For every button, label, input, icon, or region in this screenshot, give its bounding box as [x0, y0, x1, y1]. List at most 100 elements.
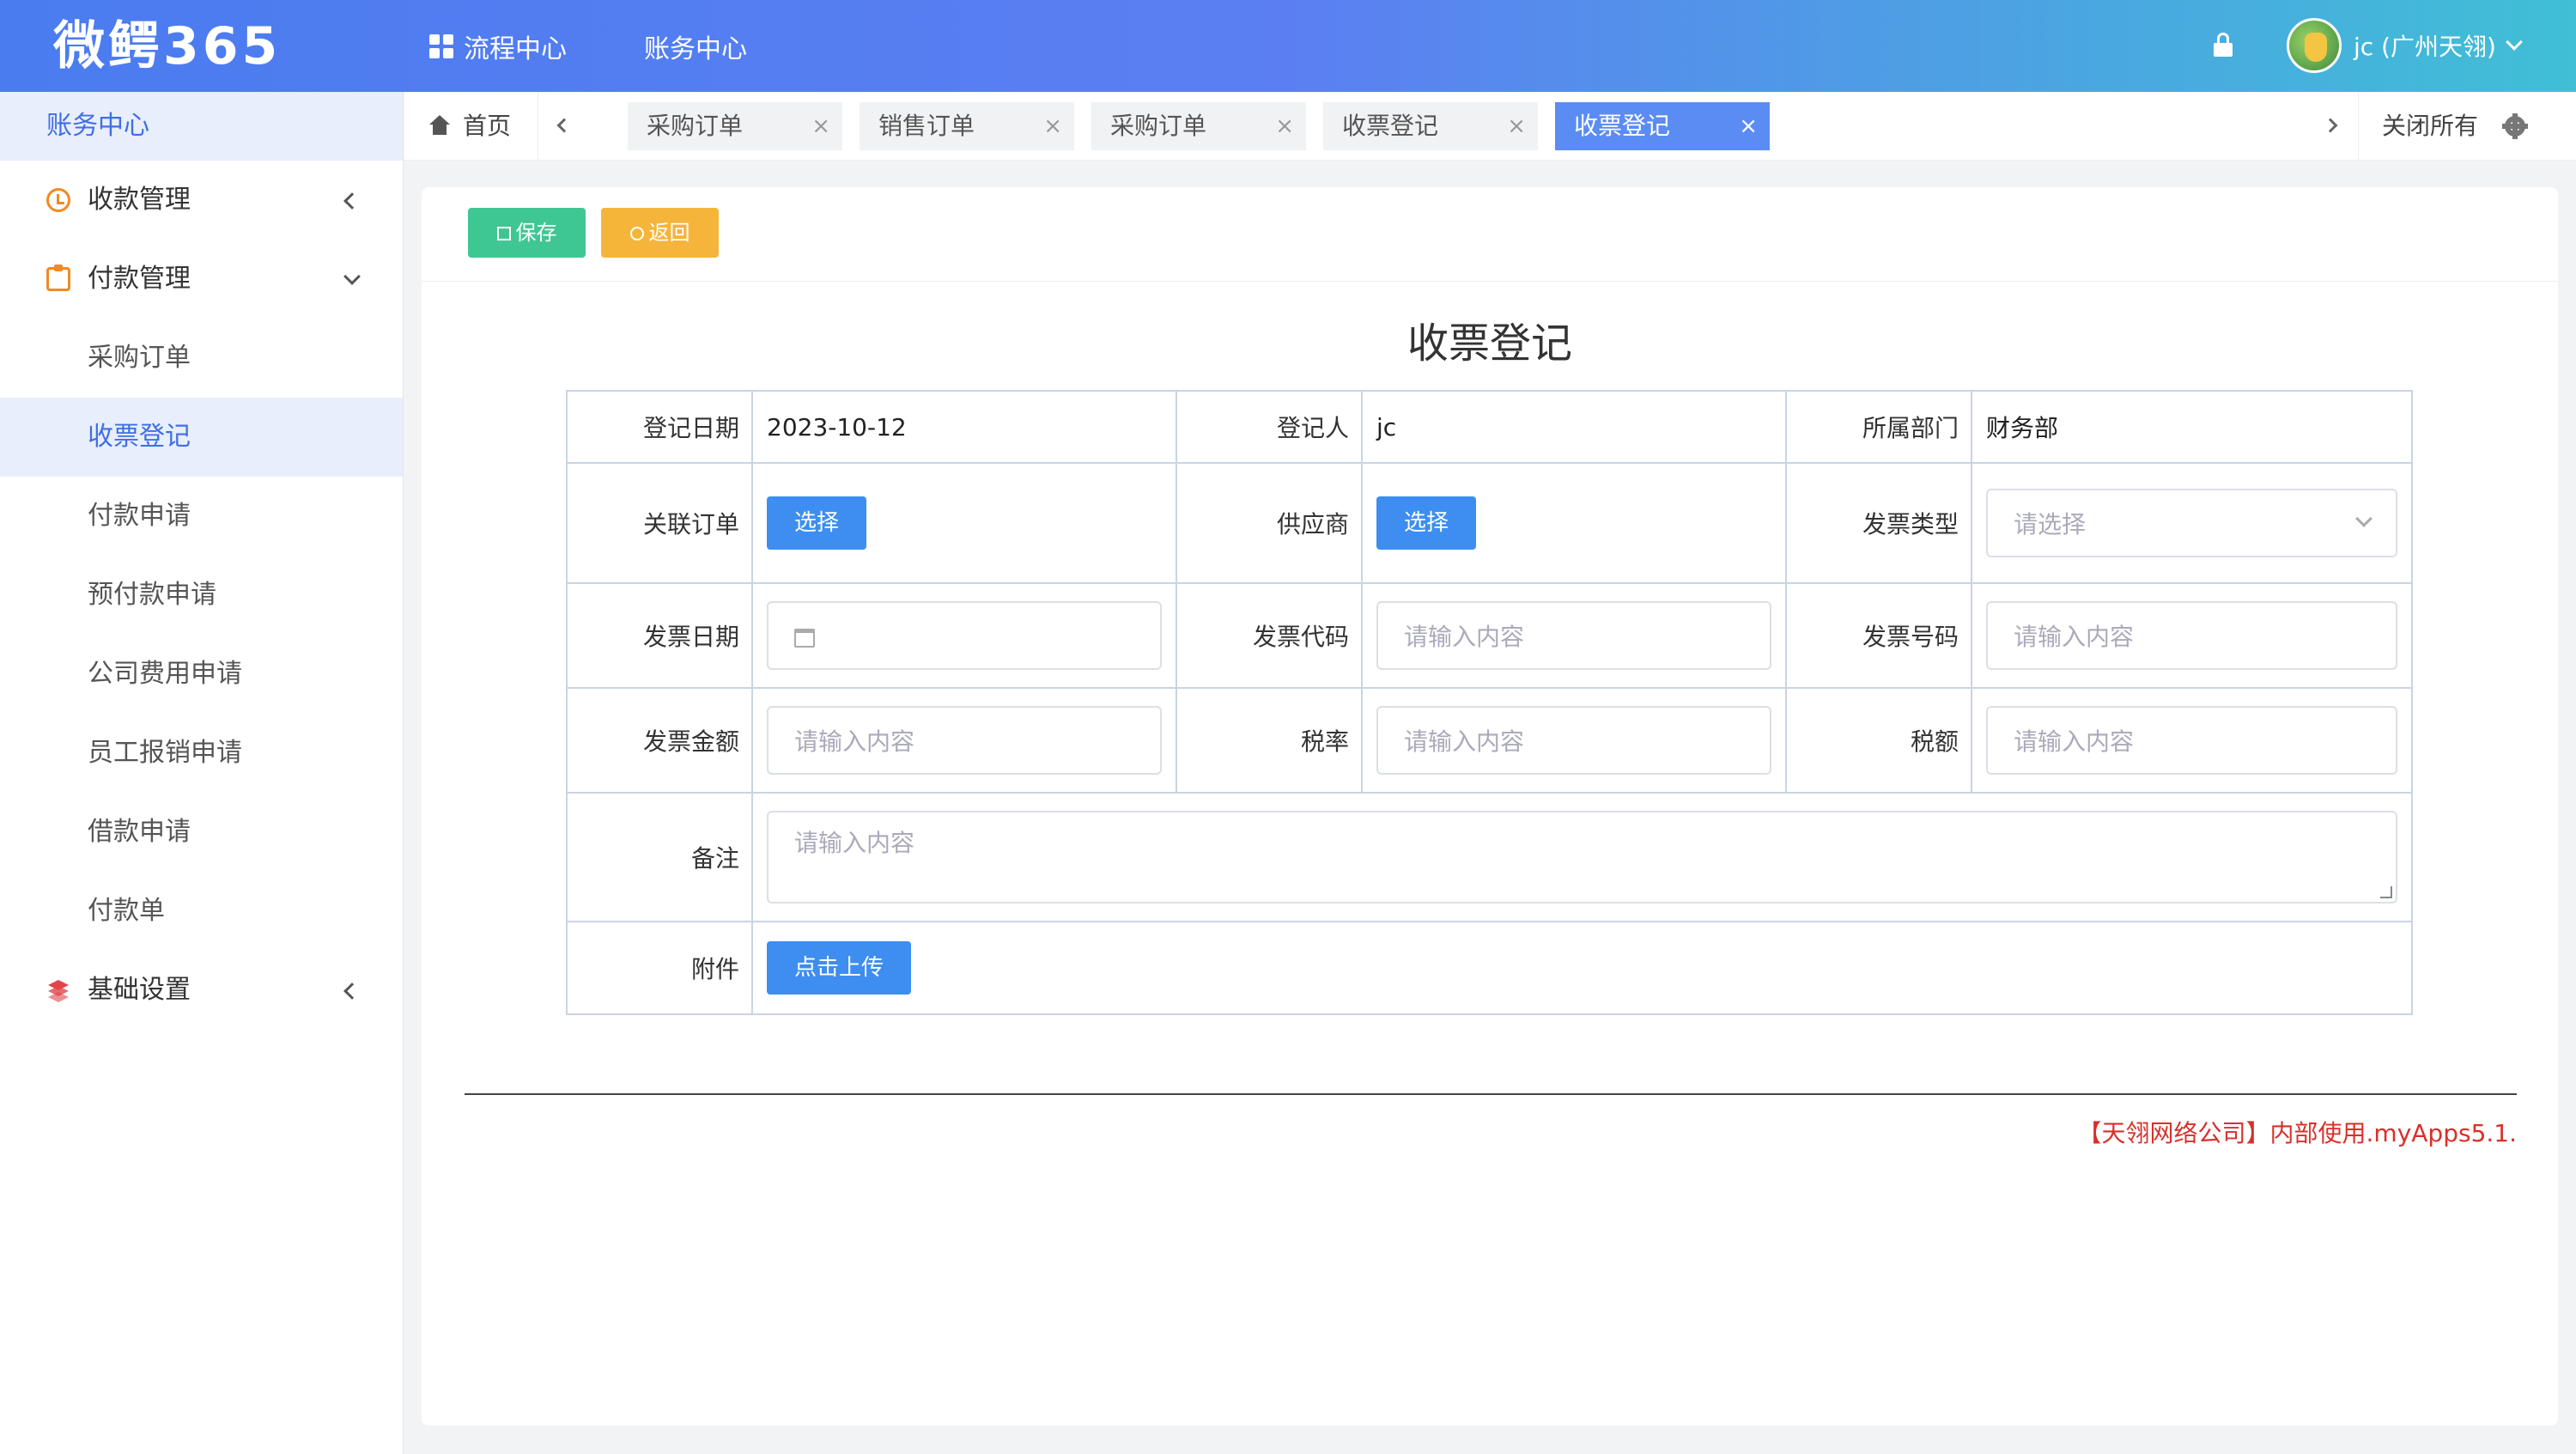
gear-icon[interactable] — [2502, 113, 2528, 139]
divider — [2358, 92, 2359, 161]
tab-sales-order[interactable]: 销售订单 × — [860, 102, 1074, 150]
chevron-down-icon — [2506, 33, 2523, 51]
main-panel: 保存 返回 收票登记 登记日期 2023-10-12 登记人 jc 所属部门 财… — [422, 187, 2558, 1426]
sidebar-item-label: 收款管理 — [88, 185, 191, 215]
chevron-down-icon — [343, 268, 361, 285]
select-order-button[interactable]: 选择 — [767, 496, 867, 550]
nav-finance-center[interactable]: 账务中心 — [644, 27, 747, 65]
label-remark: 备注 — [566, 792, 753, 922]
save-label: 保存 — [515, 221, 557, 245]
label-supplier: 供应商 — [1176, 462, 1363, 584]
tab-purchase-order[interactable]: 采购订单 × — [628, 102, 842, 150]
label-department: 所属部门 — [1785, 390, 1972, 464]
nav-process-center-label: 流程中心 — [464, 33, 567, 64]
copyright-text: 【天翎网络公司】内部使用.myApps5.1. — [2077, 1119, 2517, 1147]
lock-icon[interactable] — [2214, 33, 2233, 57]
sidebar-item-receipt-management[interactable]: 收款管理 — [0, 161, 403, 240]
divider — [465, 1093, 2517, 1095]
tabs-bar: 首页 采购订单 × 销售订单 × 采购订单 × 收票登记 × 收票登记 × 关闭… — [404, 92, 2576, 161]
label-tax-rate: 税率 — [1176, 687, 1363, 794]
save-icon — [496, 227, 511, 240]
tab-invoice-register-active[interactable]: 收票登记 × — [1555, 102, 1770, 150]
sidebar-item-label: 采购订单 — [88, 343, 191, 373]
tab-label: 采购订单 — [647, 112, 744, 140]
label-invoice-date: 发票日期 — [566, 582, 753, 689]
tab-label: 收票登记 — [1342, 112, 1439, 140]
select-supplier-button[interactable]: 选择 — [1376, 496, 1477, 550]
close-icon[interactable]: × — [1739, 102, 1758, 150]
sidebar-item-label: 付款管理 — [88, 264, 191, 294]
invoice-type-select[interactable]: 请选择 — [1986, 489, 2397, 557]
sidebar-item-label: 预付款申请 — [88, 580, 216, 610]
chevron-down-icon — [2355, 510, 2372, 527]
label-tax-amount: 税额 — [1785, 687, 1972, 794]
sidebar-item-payment-slip[interactable]: 付款单 — [0, 872, 403, 951]
nav-finance-center-label: 账务中心 — [644, 33, 747, 64]
sidebar-item-purchase-order[interactable]: 采购订单 — [0, 319, 403, 398]
label-linked-order: 关联订单 — [566, 462, 753, 584]
chevron-right-icon[interactable] — [2323, 118, 2338, 133]
chevron-left-icon[interactable] — [556, 118, 572, 133]
top-nav: 流程中心 账务中心 — [429, 0, 824, 92]
invoice-date-picker[interactable] — [767, 601, 1162, 670]
sidebar-item-label: 收票登记 — [88, 422, 191, 452]
avatar — [2287, 18, 2342, 73]
invoice-amount-input[interactable]: 请输入内容 — [767, 706, 1162, 775]
sidebar-item-payment-request[interactable]: 付款申请 — [0, 477, 403, 556]
clock-icon — [46, 188, 70, 212]
close-icon[interactable]: × — [1507, 102, 1526, 150]
sidebar-item-label: 付款申请 — [88, 501, 191, 531]
back-label: 返回 — [648, 221, 690, 245]
label-registrant: 登记人 — [1176, 390, 1363, 464]
sidebar-item-invoice-register[interactable]: 收票登记 — [0, 398, 403, 477]
tab-invoice-register[interactable]: 收票登记 × — [1323, 102, 1538, 150]
close-icon[interactable]: × — [811, 102, 830, 150]
top-header: 微鳄365 流程中心 账务中心 jc (广州天翎) — [0, 0, 2576, 92]
sidebar-item-label: 付款单 — [88, 896, 165, 926]
select-placeholder: 请选择 — [2014, 510, 2087, 538]
user-menu[interactable]: jc (广州天翎) — [2287, 17, 2523, 74]
sidebar: 账务中心 收款管理 付款管理 采购订单 收票登记 付款申请 预付款申请 公司费用… — [0, 92, 404, 1454]
sidebar-item-label: 基础设置 — [88, 975, 191, 1005]
save-button[interactable]: 保存 — [468, 208, 586, 258]
tax-amount-input[interactable]: 请输入内容 — [1986, 706, 2397, 775]
user-name: jc (广州天翎) — [2354, 33, 2496, 61]
invoice-code-input[interactable]: 请输入内容 — [1376, 601, 1771, 670]
sidebar-item-employee-reimbursement[interactable]: 员工报销申请 — [0, 714, 403, 793]
tab-home[interactable]: 首页 — [428, 92, 511, 161]
tab-label: 收票登记 — [1574, 112, 1671, 140]
value-department: 财务部 — [1971, 390, 2413, 464]
back-button[interactable]: 返回 — [601, 208, 719, 258]
back-icon — [629, 227, 644, 240]
label-invoice-amount: 发票金额 — [566, 687, 753, 794]
sidebar-item-basic-settings[interactable]: 基础设置 — [0, 951, 403, 1030]
remark-textarea[interactable]: 请输入内容 — [767, 811, 2397, 903]
tax-rate-input[interactable]: 请输入内容 — [1376, 706, 1771, 775]
close-icon[interactable]: × — [1275, 102, 1294, 150]
sidebar-item-payment-management[interactable]: 付款管理 — [0, 240, 403, 319]
sidebar-item-loan-request[interactable]: 借款申请 — [0, 793, 403, 872]
page-title: 收票登记 — [1406, 319, 1572, 368]
close-icon[interactable]: × — [1043, 102, 1062, 150]
app-logo: 微鳄365 — [53, 16, 282, 76]
label-attachment: 附件 — [566, 921, 753, 1015]
invoice-number-input[interactable]: 请输入内容 — [1986, 601, 2397, 670]
tab-label: 销售订单 — [878, 112, 975, 140]
label-register-date: 登记日期 — [566, 390, 753, 464]
sidebar-item-label: 公司费用申请 — [88, 659, 242, 689]
nav-process-center[interactable]: 流程中心 — [429, 27, 567, 65]
sidebar-item-label: 借款申请 — [88, 817, 191, 847]
tab-purchase-order-2[interactable]: 采购订单 × — [1091, 102, 1306, 150]
value-registrant: jc — [1361, 390, 1787, 464]
clipboard-icon — [46, 265, 70, 291]
chevron-left-icon — [343, 983, 361, 1000]
upload-button[interactable]: 点击上传 — [767, 941, 912, 995]
sidebar-item-company-expense[interactable]: 公司费用申请 — [0, 635, 403, 714]
value-register-date: 2023-10-12 — [751, 390, 1177, 464]
resize-handle-icon[interactable] — [2380, 886, 2392, 898]
invoice-form: 登记日期 2023-10-12 登记人 jc 所属部门 财务部 关联订单 选择 … — [566, 390, 2413, 1015]
close-all-tabs[interactable]: 关闭所有 — [2382, 92, 2478, 161]
sidebar-item-prepayment-request[interactable]: 预付款申请 — [0, 556, 403, 635]
toolbar: 保存 返回 — [422, 187, 2558, 282]
tab-label: 采购订单 — [1110, 112, 1207, 140]
